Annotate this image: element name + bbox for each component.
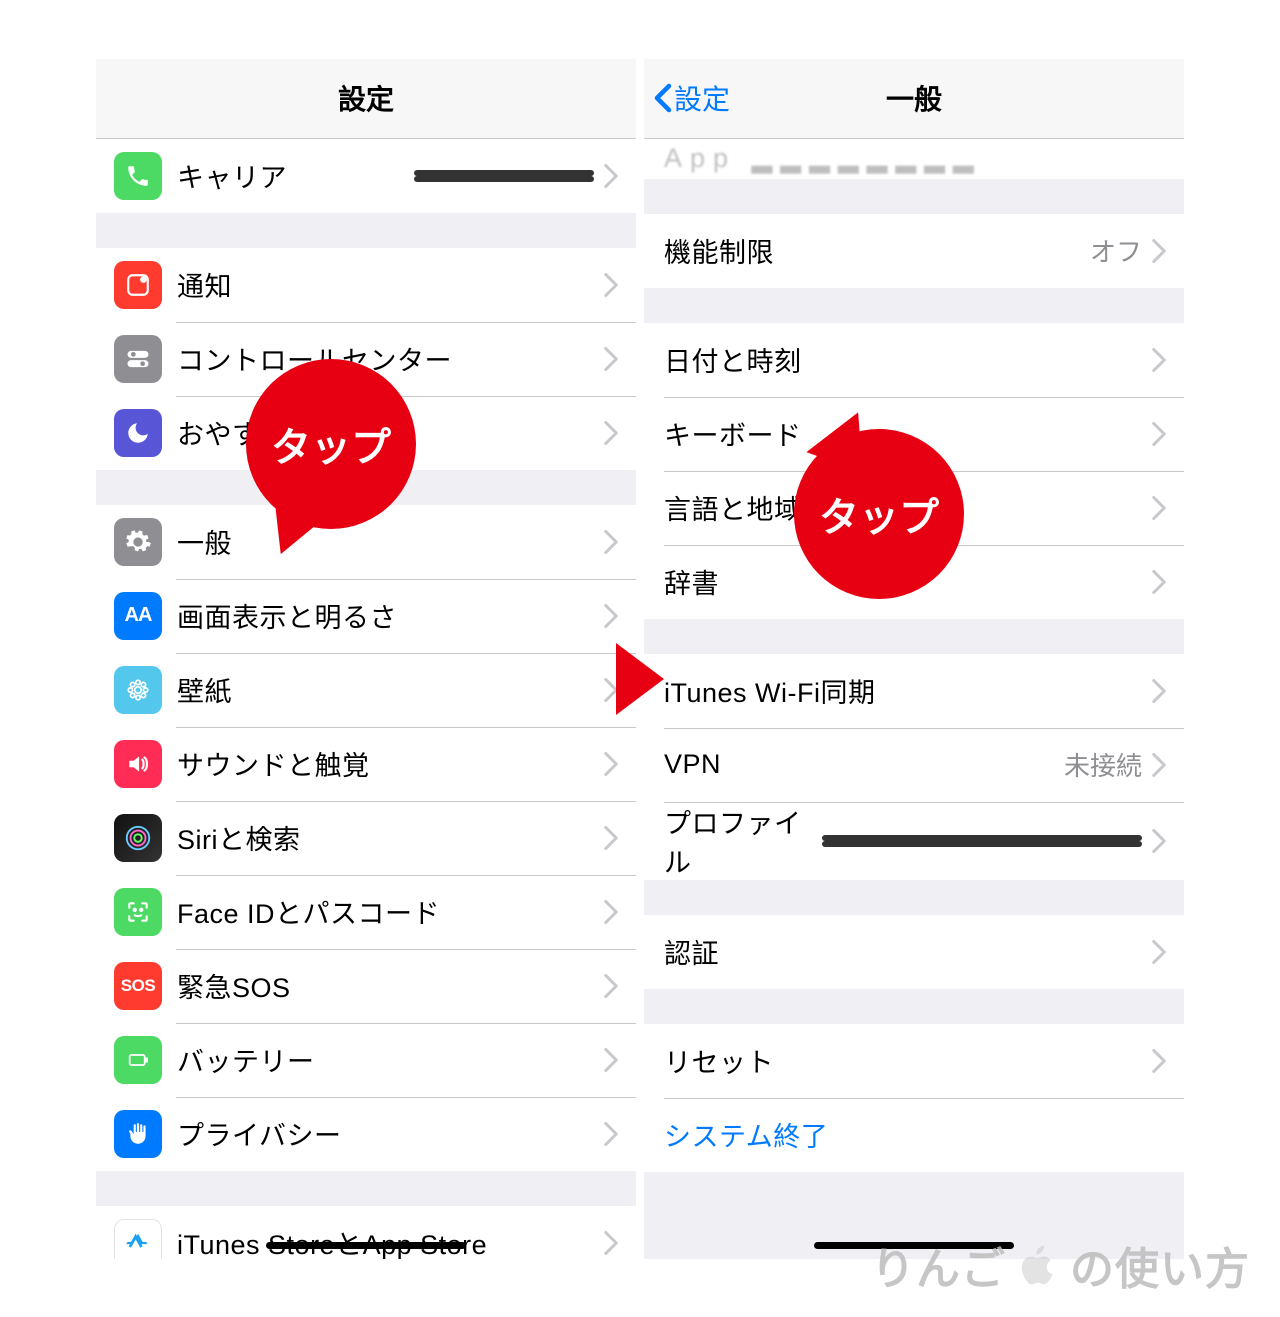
cell-sound-haptics[interactable]: サウンドと触覚 bbox=[96, 727, 636, 801]
cell-notifications[interactable]: 通知 bbox=[96, 248, 636, 322]
gear-icon bbox=[114, 518, 162, 566]
chevron-right-icon bbox=[604, 347, 618, 371]
cell-label: バッテリー bbox=[177, 1040, 604, 1079]
cell-label: 機能制限 bbox=[664, 231, 1090, 270]
cell-carrier[interactable]: キャリア bbox=[96, 139, 636, 213]
appstore-icon bbox=[114, 1219, 162, 1259]
cell-siri-search[interactable]: Siriと検索 bbox=[96, 801, 636, 875]
chevron-right-icon bbox=[1152, 829, 1166, 853]
watermark: りんご の使い方 bbox=[871, 1233, 1250, 1297]
chevron-right-icon bbox=[604, 273, 618, 297]
chevron-right-icon bbox=[604, 900, 618, 924]
navbar-left: 設定 bbox=[96, 59, 636, 139]
general-screen-right: 設定 一般 App ▂▂▂▂▂▂▂▂ 機能制限 オフ 日付と時刻 キーボード bbox=[644, 59, 1184, 1259]
notification-icon bbox=[114, 261, 162, 309]
back-button[interactable]: 設定 bbox=[654, 78, 730, 118]
cutoff-row-top: App ▂▂▂▂▂▂▂▂ bbox=[644, 139, 1184, 179]
cell-label: サウンドと触覚 bbox=[177, 744, 604, 783]
moon-icon bbox=[114, 409, 162, 457]
navbar-title: 一般 bbox=[886, 78, 942, 118]
callout-label: タップ bbox=[271, 415, 391, 473]
navbar-right: 設定 一般 bbox=[644, 59, 1184, 139]
cell-battery[interactable]: バッテリー bbox=[96, 1023, 636, 1097]
chevron-right-icon bbox=[1152, 496, 1166, 520]
control-center-icon bbox=[114, 335, 162, 383]
apple-icon bbox=[1014, 1241, 1062, 1289]
cell-display-brightness[interactable]: AA 画面表示と明るさ bbox=[96, 579, 636, 653]
cell-label: 壁紙 bbox=[177, 670, 604, 709]
redacted-value bbox=[414, 170, 594, 182]
wallpaper-icon bbox=[114, 666, 162, 714]
faceid-icon bbox=[114, 888, 162, 936]
home-indicator[interactable] bbox=[266, 1242, 466, 1249]
cell-label: 認証 bbox=[664, 932, 1152, 971]
cell-shutdown[interactable]: システム終了 bbox=[644, 1098, 1184, 1172]
redacted-value bbox=[822, 835, 1142, 847]
watermark-text-right: の使い方 bbox=[1070, 1233, 1250, 1297]
cell-date-time[interactable]: 日付と時刻 bbox=[644, 323, 1184, 397]
cell-label: 日付と時刻 bbox=[664, 340, 1152, 379]
cell-detail: オフ bbox=[1090, 232, 1142, 269]
cell-certificates[interactable]: 認証 bbox=[644, 915, 1184, 989]
callout-tap-general: タップ bbox=[246, 359, 416, 529]
cell-profile[interactable]: プロファイル bbox=[644, 802, 1184, 880]
cell-restrictions[interactable]: 機能制限 オフ bbox=[644, 214, 1184, 288]
cell-reset[interactable]: リセット bbox=[644, 1024, 1184, 1098]
cell-itunes-appstore[interactable]: iTunes StoreとApp Store bbox=[96, 1206, 636, 1259]
chevron-right-icon bbox=[1152, 753, 1166, 777]
cell-faceid-passcode[interactable]: Face IDとパスコード bbox=[96, 875, 636, 949]
cell-label: コントロールセンター bbox=[177, 339, 604, 378]
cell-label: システム終了 bbox=[664, 1115, 1166, 1154]
speaker-icon bbox=[114, 740, 162, 788]
cell-label: Face IDとパスコード bbox=[177, 892, 604, 931]
navbar-title: 設定 bbox=[338, 78, 394, 118]
hand-icon bbox=[114, 1110, 162, 1158]
step-arrow-icon bbox=[616, 643, 664, 715]
siri-icon bbox=[114, 814, 162, 862]
chevron-right-icon bbox=[604, 604, 618, 628]
chevron-right-icon bbox=[604, 974, 618, 998]
chevron-right-icon bbox=[604, 530, 618, 554]
cell-label: キャリア bbox=[177, 156, 414, 195]
cell-label: プライバシー bbox=[177, 1114, 604, 1153]
phone-icon bbox=[114, 152, 162, 200]
display-icon: AA bbox=[114, 592, 162, 640]
watermark-text-left: りんご bbox=[871, 1233, 1006, 1297]
chevron-right-icon bbox=[604, 1122, 618, 1146]
chevron-right-icon bbox=[604, 164, 618, 188]
chevron-right-icon bbox=[604, 1231, 618, 1255]
chevron-right-icon bbox=[1152, 348, 1166, 372]
cell-label: iTunes Wi-Fi同期 bbox=[664, 671, 1152, 710]
cell-label: リセット bbox=[664, 1041, 1152, 1080]
callout-label: タップ bbox=[819, 485, 939, 543]
callout-tap-keyboard: タップ bbox=[794, 429, 964, 599]
cell-label: プロファイル bbox=[664, 802, 822, 880]
chevron-right-icon bbox=[604, 421, 618, 445]
back-label: 設定 bbox=[674, 78, 730, 118]
cell-label: 画面表示と明るさ bbox=[177, 596, 604, 635]
chevron-right-icon bbox=[1152, 940, 1166, 964]
cell-itunes-wifi-sync[interactable]: iTunes Wi-Fi同期 bbox=[644, 654, 1184, 728]
chevron-right-icon bbox=[604, 826, 618, 850]
chevron-right-icon bbox=[604, 1048, 618, 1072]
cell-emergency-sos[interactable]: SOS 緊急SOS bbox=[96, 949, 636, 1023]
chevron-right-icon bbox=[1152, 422, 1166, 446]
cell-detail: 未接続 bbox=[1064, 746, 1142, 783]
chevron-right-icon bbox=[1152, 570, 1166, 594]
cell-vpn[interactable]: VPN 未接続 bbox=[644, 728, 1184, 802]
battery-icon bbox=[114, 1036, 162, 1084]
chevron-right-icon bbox=[1152, 679, 1166, 703]
cell-wallpaper[interactable]: 壁紙 bbox=[96, 653, 636, 727]
cell-label: 一般 bbox=[177, 522, 604, 561]
cell-label: VPN bbox=[664, 749, 1064, 780]
sos-icon: SOS bbox=[114, 962, 162, 1010]
chevron-right-icon bbox=[1152, 1049, 1166, 1073]
chevron-right-icon bbox=[604, 752, 618, 776]
cell-privacy[interactable]: プライバシー bbox=[96, 1097, 636, 1171]
cell-label: 通知 bbox=[177, 265, 604, 304]
cell-label: 緊急SOS bbox=[177, 966, 604, 1005]
settings-screen-left: 設定 キャリア 通知 bbox=[96, 59, 636, 1259]
cell-label: Siriと検索 bbox=[177, 818, 604, 857]
chevron-right-icon bbox=[1152, 239, 1166, 263]
